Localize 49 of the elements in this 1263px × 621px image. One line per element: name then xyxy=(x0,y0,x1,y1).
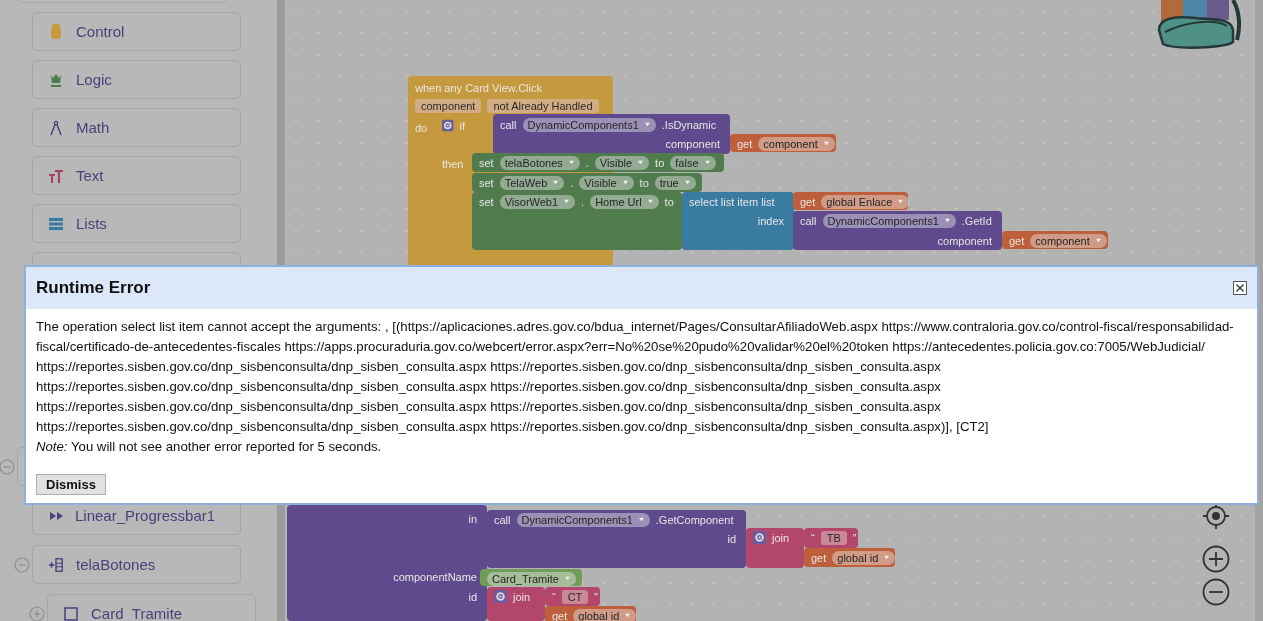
block-label: get xyxy=(800,195,816,208)
component-label: Linear_Progressbar1 xyxy=(75,507,216,524)
category-label: Logic xyxy=(76,71,112,88)
block-label: to xyxy=(664,195,674,208)
block-label: .GetId xyxy=(961,214,992,227)
block-label: call xyxy=(800,214,817,227)
block-label: set xyxy=(479,195,494,208)
block-label: .GetComponent xyxy=(655,513,734,526)
block-label: to xyxy=(655,156,665,169)
block-label: get xyxy=(811,551,827,564)
block-label: . xyxy=(581,195,585,208)
block-label: “ xyxy=(811,531,815,544)
block-label: . xyxy=(570,176,574,189)
block-label: join xyxy=(513,590,531,603)
block-label: get xyxy=(737,137,753,150)
block-label: set xyxy=(479,176,494,189)
block-label: in xyxy=(468,512,477,525)
block-label: if xyxy=(459,119,465,132)
block-label: id xyxy=(727,532,736,545)
block-label: select list item list xyxy=(689,195,775,208)
dialog-title: Runtime Error xyxy=(36,278,151,298)
block-label: “ xyxy=(552,590,556,603)
block-label: join xyxy=(772,531,790,544)
category-label: Math xyxy=(76,119,110,136)
block-label: get xyxy=(552,609,568,621)
block-label: ” xyxy=(852,531,857,544)
block-label: id xyxy=(468,590,477,603)
block-label: set xyxy=(479,156,494,169)
component-label: Card_Tramite xyxy=(91,605,183,621)
block-label: ” xyxy=(594,590,598,603)
block-label: call xyxy=(500,118,517,131)
block-label: do xyxy=(415,121,428,134)
note-text: Note: You will not see another error reported for 5 seconds. xyxy=(36,438,383,456)
block-label: . xyxy=(585,156,589,169)
block-label: to xyxy=(639,176,649,189)
block-label: then xyxy=(442,157,464,170)
block-label: get xyxy=(1009,234,1025,247)
error-message: The operation select list item cannot accept the arguments: , [(https://aplicaciones.adres.gov.co/bdua_internet/Pages/ConsultarAfiliadoWeb.aspx https://www.contraloria.gov.co/control-fiscal/responsabilidad-fiscal/certificado-de-antecedentes-fiscales https://apps.procuraduria.gov.co/webcert/error.aspx?err=No%20se%20pudo%20validar%20el%20token https://antecedentes.policia.gov.co:7005/WebJudicial/ https://reportes.sisben.gov.co/dnp_sisbenconsulta/dnp_sisben_consulta.aspx https://reportes.sisben.gov.co/dnp_sisbenconsulta/dnp_sisben_consulta.aspx https://reportes.sisben.gov.co/dnp_sisbenconsulta/dnp_sisben_consulta.aspx https://reportes.sisben.gov.co/dnp_sisbenconsulta/dnp_sisben_consulta.aspx https://reportes.sisben.gov.co/dnp_sisbenconsulta/dnp_sisben_consulta.aspx https://reportes.sisben.gov.co/dnp_sisbenconsulta/dnp_sisben_consulta.aspx https://reportes.sisben.gov.co/dnp_sisbenconsulta/dnp_sisben_consulta.aspx https://reportes.sisben.gov.co/dnp_sisbenconsulta/dnp_sisben_consulta.aspx)], [CT2] xyxy=(36,318,1235,436)
category-label: Lists xyxy=(76,215,107,232)
block-label: component xyxy=(665,137,720,150)
block-label: index xyxy=(757,214,784,227)
category-label: Text xyxy=(76,167,104,184)
block-label: component xyxy=(937,234,992,247)
block-label: componentName xyxy=(393,570,477,583)
component-label: telaBotones xyxy=(76,556,156,573)
block-label: when any Card View.Click xyxy=(415,81,542,94)
category-label: Control xyxy=(76,23,125,40)
block-label: .IsDynamic xyxy=(661,118,717,131)
block-label: call xyxy=(494,513,511,526)
